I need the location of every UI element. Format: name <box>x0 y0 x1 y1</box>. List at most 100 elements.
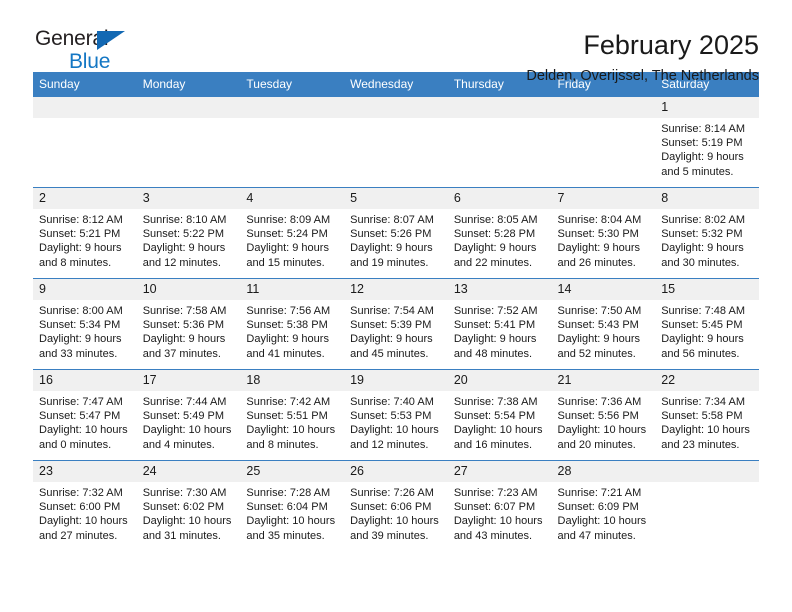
day-number: 23 <box>33 461 137 482</box>
calendar-day-cell[interactable]: 14 Sunrise: 7:50 AM Sunset: 5:43 PM Dayli… <box>551 278 656 370</box>
calendar-day-cell[interactable]: 16 Sunrise: 7:47 AM Sunset: 5:47 PM Dayli… <box>33 369 137 461</box>
calendar-day-cell[interactable]: 11 Sunrise: 7:56 AM Sunset: 5:38 PM Dayli… <box>240 278 345 370</box>
day-sun-info: Sunrise: 8:02 AM Sunset: 5:32 PM Dayligh… <box>655 209 759 278</box>
calendar-day-cell[interactable]: 15 Sunrise: 7:48 AM Sunset: 5:45 PM Dayli… <box>655 278 759 370</box>
calendar-day-cell[interactable]: 9 Sunrise: 8:00 AM Sunset: 5:34 PM Daylig… <box>33 278 137 370</box>
calendar-cell-empty <box>33 97 137 188</box>
calendar-day-cell[interactable]: 25 Sunrise: 7:28 AM Sunset: 6:04 PM Dayli… <box>240 460 345 551</box>
calendar-day-cell[interactable]: 13 Sunrise: 7:52 AM Sunset: 5:41 PM Dayli… <box>447 278 552 370</box>
day-cell-inner: 14 Sunrise: 7:50 AM Sunset: 5:43 PM Dayli… <box>551 279 656 369</box>
sun-times-text: Sunrise: 7:44 AM Sunset: 5:49 PM Dayligh… <box>142 396 232 451</box>
day-cell-inner <box>136 97 241 187</box>
day-sun-info: Sunrise: 7:47 AM Sunset: 5:47 PM Dayligh… <box>33 391 137 460</box>
calendar-week-row: 23 Sunrise: 7:32 AM Sunset: 6:00 PM Dayli… <box>33 460 759 551</box>
calendar-day-cell[interactable]: 2 Sunrise: 8:12 AM Sunset: 5:21 PM Daylig… <box>33 187 137 279</box>
calendar-day-cell[interactable]: 8 Sunrise: 8:02 AM Sunset: 5:32 PM Daylig… <box>655 187 759 279</box>
day-number <box>33 97 137 118</box>
day-sun-info: Sunrise: 8:12 AM Sunset: 5:21 PM Dayligh… <box>33 209 137 278</box>
calendar-day-cell[interactable]: 24 Sunrise: 7:30 AM Sunset: 6:02 PM Dayli… <box>136 460 241 551</box>
day-cell-inner: 4 Sunrise: 8:09 AM Sunset: 5:24 PM Daylig… <box>240 188 345 278</box>
day-number <box>655 461 759 482</box>
calendar-week-row: 16 Sunrise: 7:47 AM Sunset: 5:47 PM Dayli… <box>33 369 759 461</box>
day-number: 21 <box>551 370 656 391</box>
calendar-day-cell[interactable]: 5 Sunrise: 8:07 AM Sunset: 5:26 PM Daylig… <box>344 187 448 279</box>
day-sun-info: Sunrise: 7:50 AM Sunset: 5:43 PM Dayligh… <box>551 300 656 369</box>
calendar-day-cell[interactable]: 20 Sunrise: 7:38 AM Sunset: 5:54 PM Dayli… <box>447 369 552 461</box>
day-cell-inner: 21 Sunrise: 7:36 AM Sunset: 5:56 PM Dayli… <box>551 370 656 460</box>
day-sun-info: Sunrise: 7:26 AM Sunset: 6:06 PM Dayligh… <box>344 482 448 551</box>
calendar-day-cell[interactable]: 22 Sunrise: 7:34 AM Sunset: 5:58 PM Dayli… <box>655 369 759 461</box>
day-number: 20 <box>447 370 552 391</box>
calendar-day-cell[interactable]: 12 Sunrise: 7:54 AM Sunset: 5:39 PM Dayli… <box>344 278 448 370</box>
weekday-header-wednesday: Wednesday <box>344 72 448 97</box>
day-cell-inner <box>447 97 552 187</box>
day-sun-info: Sunrise: 8:00 AM Sunset: 5:34 PM Dayligh… <box>33 300 137 369</box>
sun-times-text: Sunrise: 7:47 AM Sunset: 5:47 PM Dayligh… <box>39 396 128 451</box>
calendar-week-row: 9 Sunrise: 8:00 AM Sunset: 5:34 PM Daylig… <box>33 278 759 370</box>
day-number: 19 <box>344 370 448 391</box>
day-cell-inner: 19 Sunrise: 7:40 AM Sunset: 5:53 PM Dayli… <box>344 370 448 460</box>
day-number: 25 <box>240 461 345 482</box>
day-number: 16 <box>33 370 137 391</box>
day-cell-inner: 6 Sunrise: 8:05 AM Sunset: 5:28 PM Daylig… <box>447 188 552 278</box>
sun-times-text: Sunrise: 7:52 AM Sunset: 5:41 PM Dayligh… <box>453 305 538 360</box>
logo-text-blue: Blue <box>69 50 111 73</box>
sun-times-text: Sunrise: 8:04 AM Sunset: 5:30 PM Dayligh… <box>557 214 642 269</box>
day-cell-inner <box>240 97 345 187</box>
sun-times-text: Sunrise: 7:30 AM Sunset: 6:02 PM Dayligh… <box>142 487 232 542</box>
day-cell-inner <box>551 97 656 187</box>
day-sun-info: Sunrise: 8:14 AM Sunset: 5:19 PM Dayligh… <box>655 118 759 187</box>
calendar-day-cell[interactable]: 3 Sunrise: 8:10 AM Sunset: 5:22 PM Daylig… <box>136 187 241 279</box>
calendar-day-cell[interactable]: 18 Sunrise: 7:42 AM Sunset: 5:51 PM Dayli… <box>240 369 345 461</box>
day-cell-inner: 23 Sunrise: 7:32 AM Sunset: 6:00 PM Dayli… <box>33 461 137 551</box>
triangle-icon <box>97 31 125 50</box>
sun-times-text: Sunrise: 7:58 AM Sunset: 5:36 PM Dayligh… <box>142 305 227 360</box>
day-number: 15 <box>655 279 759 300</box>
day-cell-inner: 5 Sunrise: 8:07 AM Sunset: 5:26 PM Daylig… <box>344 188 448 278</box>
calendar-day-cell[interactable]: 21 Sunrise: 7:36 AM Sunset: 5:56 PM Dayli… <box>551 369 656 461</box>
day-cell-inner: 8 Sunrise: 8:02 AM Sunset: 5:32 PM Daylig… <box>655 188 759 278</box>
day-cell-inner: 15 Sunrise: 7:48 AM Sunset: 5:45 PM Dayli… <box>655 279 759 369</box>
calendar-day-cell[interactable]: 28 Sunrise: 7:21 AM Sunset: 6:09 PM Dayli… <box>551 460 656 551</box>
day-sun-info: Sunrise: 8:09 AM Sunset: 5:24 PM Dayligh… <box>240 209 345 278</box>
day-cell-inner: 28 Sunrise: 7:21 AM Sunset: 6:09 PM Dayli… <box>551 461 656 551</box>
sun-times-text: Sunrise: 8:02 AM Sunset: 5:32 PM Dayligh… <box>661 214 745 269</box>
sun-times-text: Sunrise: 7:38 AM Sunset: 5:54 PM Dayligh… <box>453 396 543 451</box>
calendar-day-cell[interactable]: 6 Sunrise: 8:05 AM Sunset: 5:28 PM Daylig… <box>447 187 552 279</box>
day-number: 14 <box>551 279 656 300</box>
calendar-day-cell[interactable]: 19 Sunrise: 7:40 AM Sunset: 5:53 PM Dayli… <box>344 369 448 461</box>
day-number <box>447 97 552 118</box>
day-sun-info: Sunrise: 7:52 AM Sunset: 5:41 PM Dayligh… <box>447 300 552 369</box>
day-number: 1 <box>655 97 759 118</box>
calendar-day-cell[interactable]: 1 Sunrise: 8:14 AM Sunset: 5:19 PM Daylig… <box>655 97 759 188</box>
day-number: 5 <box>344 188 448 209</box>
calendar-cell-empty <box>240 97 345 188</box>
sun-times-text: Sunrise: 8:07 AM Sunset: 5:26 PM Dayligh… <box>350 214 434 269</box>
calendar-day-cell[interactable]: 10 Sunrise: 7:58 AM Sunset: 5:36 PM Dayli… <box>136 278 241 370</box>
day-cell-inner: 7 Sunrise: 8:04 AM Sunset: 5:30 PM Daylig… <box>551 188 656 278</box>
page-title: February 2025 <box>583 30 759 60</box>
calendar-day-cell[interactable]: 23 Sunrise: 7:32 AM Sunset: 6:00 PM Dayli… <box>33 460 137 551</box>
day-sun-info <box>447 118 552 187</box>
day-number: 17 <box>136 370 241 391</box>
calendar-day-cell[interactable]: 27 Sunrise: 7:23 AM Sunset: 6:07 PM Dayli… <box>447 460 552 551</box>
day-sun-info: Sunrise: 7:58 AM Sunset: 5:36 PM Dayligh… <box>136 300 241 369</box>
sun-times-text: Sunrise: 8:10 AM Sunset: 5:22 PM Dayligh… <box>142 214 227 269</box>
calendar-cell-empty <box>136 97 241 188</box>
day-sun-info <box>551 118 656 187</box>
calendar-day-cell[interactable]: 7 Sunrise: 8:04 AM Sunset: 5:30 PM Daylig… <box>551 187 656 279</box>
calendar-day-cell[interactable]: 17 Sunrise: 7:44 AM Sunset: 5:49 PM Dayli… <box>136 369 241 461</box>
day-number: 2 <box>33 188 137 209</box>
sun-times-text: Sunrise: 7:40 AM Sunset: 5:53 PM Dayligh… <box>350 396 439 451</box>
sun-times-text: Sunrise: 7:26 AM Sunset: 6:06 PM Dayligh… <box>350 487 439 542</box>
day-number: 11 <box>240 279 345 300</box>
calendar-day-cell[interactable]: 26 Sunrise: 7:26 AM Sunset: 6:06 PM Dayli… <box>344 460 448 551</box>
general-blue-logo[interactable]: General Blue <box>33 28 155 80</box>
calendar-day-cell[interactable]: 4 Sunrise: 8:09 AM Sunset: 5:24 PM Daylig… <box>240 187 345 279</box>
day-sun-info: Sunrise: 7:44 AM Sunset: 5:49 PM Dayligh… <box>136 391 241 460</box>
day-cell-inner: 16 Sunrise: 7:47 AM Sunset: 5:47 PM Dayli… <box>33 370 137 460</box>
day-cell-inner: 24 Sunrise: 7:30 AM Sunset: 6:02 PM Dayli… <box>136 461 241 551</box>
sun-times-text: Sunrise: 8:14 AM Sunset: 5:19 PM Dayligh… <box>661 123 745 178</box>
day-sun-info: Sunrise: 7:32 AM Sunset: 6:00 PM Dayligh… <box>33 482 137 551</box>
day-cell-inner: 9 Sunrise: 8:00 AM Sunset: 5:34 PM Daylig… <box>33 279 137 369</box>
